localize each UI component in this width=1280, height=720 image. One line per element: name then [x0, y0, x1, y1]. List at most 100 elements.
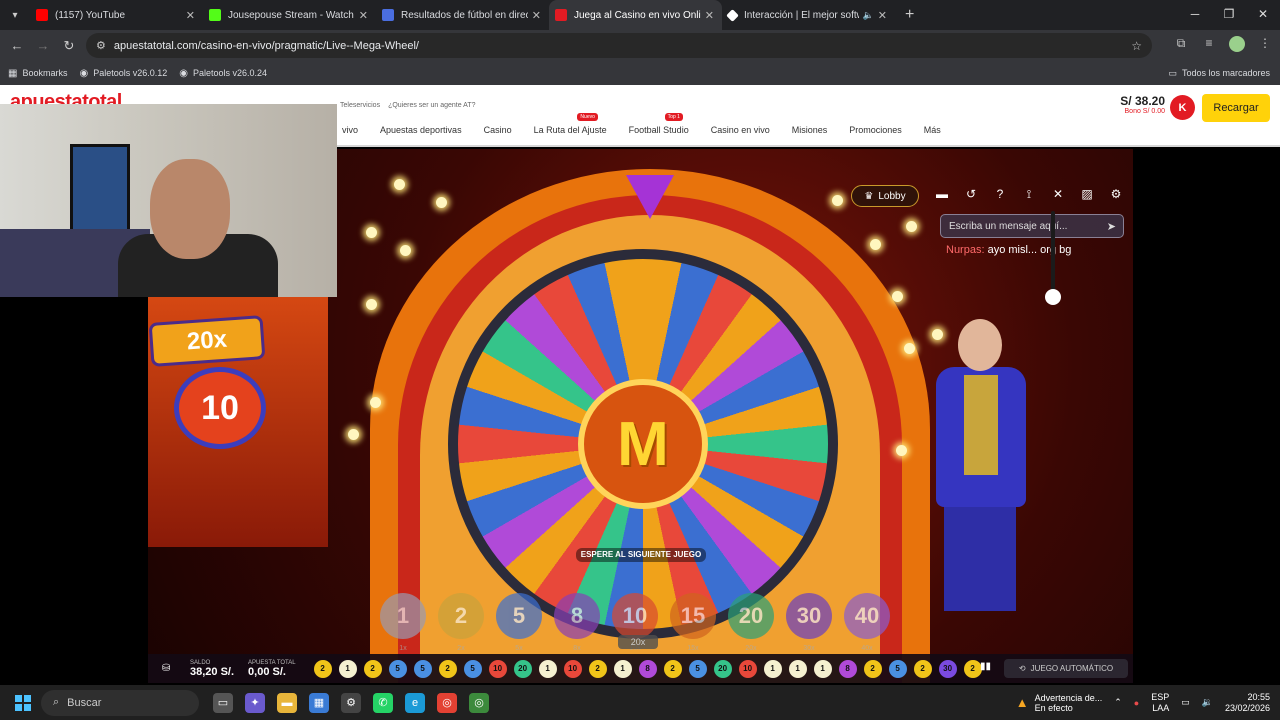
selected-multiplier-badge: 20x	[618, 635, 658, 649]
history-result: 1	[788, 659, 807, 678]
settings-icon[interactable]: ⚙	[1108, 187, 1124, 202]
copilot-icon[interactable]: ✦	[245, 692, 265, 713]
back-icon[interactable]: ←	[4, 38, 30, 53]
bet-spot-8[interactable]: 8 8x	[554, 593, 600, 652]
chip-stack-icon[interactable]: ⛁	[162, 663, 176, 674]
light-bulb	[370, 397, 381, 408]
bookmark-item[interactable]: ▦ Bookmarks	[8, 68, 67, 79]
history-icon[interactable]: ↺	[963, 187, 979, 202]
light-bulb	[400, 245, 411, 256]
all-bookmarks[interactable]: ▭ Todos los marcadores	[1168, 68, 1270, 79]
language-indicator[interactable]: ESP LAA	[1151, 692, 1169, 714]
folder-icon: ▭	[1168, 67, 1177, 78]
minimize-icon[interactable]: ─	[1178, 0, 1212, 30]
nav-item-apuestas[interactable]: Apuestas deportivas	[380, 125, 462, 135]
chrome-active-icon[interactable]: ◎	[469, 692, 489, 713]
speaker-icon[interactable]: 🔈	[863, 10, 874, 21]
tab-interaccion[interactable]: Interacción | El mejor softw... 🔈 ✕	[722, 0, 895, 30]
clock[interactable]: 20:55 23/02/2026	[1225, 692, 1270, 714]
close-tab-icon[interactable]: ✕	[186, 9, 195, 22]
task-view-icon[interactable]: ▭	[213, 692, 233, 713]
nav-item-vivo[interactable]: vivo	[342, 125, 358, 135]
nav-item-mas[interactable]: Más	[924, 125, 941, 135]
bookmark-item[interactable]: ◉ Paletools v26.0.24	[179, 68, 267, 79]
balance-display[interactable]: S/ 38.20 Bono S/ 0.00	[1103, 94, 1165, 115]
autoplay-button[interactable]: ⟲ JUEGO AUTOMÁTICO	[1004, 659, 1128, 678]
stream-icon[interactable]: ⟟	[1021, 187, 1037, 202]
agent-link[interactable]: ¿Quieres ser un agente AT?	[388, 102, 475, 109]
nav-item-football-studio[interactable]: Football Studio Top 1	[629, 113, 689, 135]
close-tab-icon[interactable]: ✕	[878, 9, 887, 22]
nav-item-ruta[interactable]: La Ruta del Ajuste Nuevo	[534, 113, 607, 135]
nav-item-casino[interactable]: Casino	[484, 125, 512, 135]
bet-spot-1[interactable]: 1 1x	[380, 593, 426, 652]
close-window-icon[interactable]: ✕	[1246, 0, 1280, 30]
extensions-icon[interactable]: ⧉	[1172, 36, 1190, 55]
reload-icon[interactable]: ↻	[56, 38, 82, 54]
address-bar[interactable]: ⚙ apuestatotal.com/casino-en-vivo/pragma…	[86, 33, 1152, 58]
send-icon[interactable]: ➤	[1107, 220, 1116, 233]
volume-knob[interactable]	[1045, 289, 1061, 305]
avatar[interactable]: K	[1170, 95, 1195, 120]
volume-icon[interactable]: 🔉	[1202, 697, 1213, 708]
nav-item-promociones[interactable]: Promociones	[849, 125, 902, 135]
multiplier-number: 10	[174, 367, 266, 449]
bookmark-star-icon[interactable]: ☆	[1131, 39, 1142, 53]
bet-spots: 11x 22x 55x 88x 1010x 1515x 2020x 3030x …	[380, 593, 890, 652]
bet-spot-30[interactable]: 30 30x	[786, 593, 832, 652]
history-result: 8	[838, 659, 857, 678]
settings-app-icon[interactable]: ⚙	[341, 692, 361, 713]
tab-youtube[interactable]: (1157) YouTube ✕	[30, 0, 203, 30]
webcam-overlay	[0, 104, 337, 297]
tab-resultados[interactable]: Resultados de fútbol en directo ✕	[376, 0, 549, 30]
forward-icon[interactable]: →	[30, 38, 56, 53]
profile-avatar[interactable]	[1228, 36, 1246, 55]
bet-spot-40[interactable]: 40 40x	[844, 593, 890, 652]
bet-spot-2[interactable]: 2 2x	[438, 593, 484, 652]
media-control-icon[interactable]: ≡	[1200, 36, 1218, 55]
volume-slider[interactable]	[1051, 211, 1055, 299]
light-bulb	[904, 343, 915, 354]
video-off-icon[interactable]: ▨	[1079, 187, 1095, 202]
chevron-up-icon[interactable]: ⌃	[1114, 697, 1122, 708]
menu-icon[interactable]: ⋮	[1256, 36, 1274, 55]
chrome-icon[interactable]: ◎	[437, 692, 457, 713]
taskbar-search[interactable]: ⌕ Buscar	[41, 689, 199, 716]
close-tab-icon[interactable]: ✕	[705, 9, 714, 22]
nav-item-misiones[interactable]: Misiones	[792, 125, 828, 135]
edge-icon[interactable]: e	[405, 692, 425, 713]
file-explorer-icon[interactable]: ▬	[277, 692, 297, 713]
history-result: 8	[638, 659, 657, 678]
new-tab-button[interactable]: +	[905, 6, 914, 24]
nav-item-casino-vivo[interactable]: Casino en vivo	[711, 125, 770, 135]
windows-start-icon[interactable]	[15, 694, 31, 711]
tab-title: Resultados de fútbol en directo	[401, 9, 528, 21]
close-tab-icon[interactable]: ✕	[532, 9, 541, 22]
whatsapp-icon[interactable]: ✆	[373, 692, 393, 713]
microphone-icon[interactable]: ●	[1134, 698, 1139, 708]
lobby-button[interactable]: ♛ Lobby	[851, 185, 919, 207]
bet-spot-5[interactable]: 5 5x	[496, 593, 542, 652]
tab-casino[interactable]: Juega al Casino en vivo Online ✕	[549, 0, 722, 30]
restore-icon[interactable]: ❐	[1212, 0, 1246, 30]
bookmark-item[interactable]: ◉ Paletools v26.0.12	[79, 68, 167, 79]
tab-kick[interactable]: Jousepouse Stream - Watch Li... ✕	[203, 0, 376, 30]
search-icon: ⌕	[53, 696, 60, 708]
bet-spot-10[interactable]: 1010x	[612, 593, 658, 652]
teleservicios-link[interactable]: Teleservicios	[340, 102, 380, 109]
help-icon[interactable]: ?	[992, 187, 1008, 202]
bet-spot-15[interactable]: 15 15x	[670, 593, 716, 652]
chat-input[interactable]: Escriba un mensaje aquí... ➤	[940, 214, 1124, 238]
store-icon[interactable]: ▦	[309, 692, 329, 713]
bet-spot-20[interactable]: 20 20x	[728, 593, 774, 652]
tab-search-button[interactable]: ▾	[0, 0, 30, 30]
statistics-icon[interactable]: ▮▮	[980, 661, 991, 672]
mute-icon[interactable]: ✕	[1050, 187, 1066, 202]
close-tab-icon[interactable]: ✕	[359, 9, 368, 22]
network-icon[interactable]: ▭	[1181, 697, 1190, 708]
recargar-button[interactable]: Recargar	[1202, 94, 1270, 122]
site-info-icon[interactable]: ⚙	[96, 39, 106, 52]
balance-amount: S/ 38.20	[1120, 94, 1165, 108]
warning-notification[interactable]: ▲ Advertencia de... En efecto	[1016, 693, 1102, 713]
chat-icon[interactable]: ▬	[934, 187, 950, 202]
